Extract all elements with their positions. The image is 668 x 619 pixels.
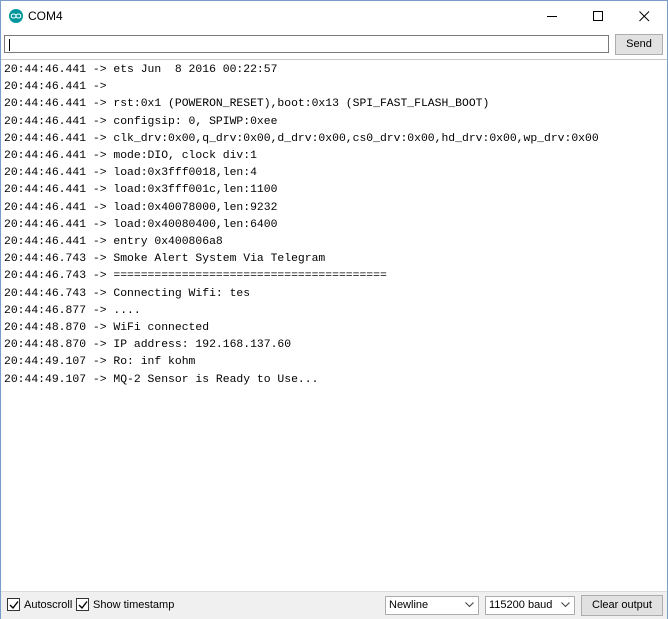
output-line: 20:44:46.441 -> ets Jun 8 2016 00:22:57 [4,64,278,76]
text-caret [9,39,10,51]
minimize-button[interactable] [529,1,575,31]
status-bar: Autoscroll Show timestamp Newline 115200… [1,591,667,619]
output-line: 20:44:46.441 -> load:0x40080400,len:6400 [4,218,278,231]
autoscroll-label[interactable]: Autoscroll [24,599,72,611]
title-bar[interactable]: COM4 [1,1,667,31]
output-line: 20:44:46.441 -> entry 0x400806a8 [4,236,223,248]
output-line: 20:44:46.441 -> clk_drv:0x00,q_drv:0x00,… [4,132,599,145]
output-line: 20:44:46.743 -> ========================… [4,270,387,283]
maximize-button[interactable] [575,1,621,31]
chevron-down-icon [561,602,570,608]
checkmark-icon [78,601,88,610]
send-button[interactable]: Send [615,34,663,55]
chevron-down-icon [465,602,474,608]
output-line: 20:44:46.441 -> load:0x3fff001c,len:1100 [4,184,278,197]
output-line: 20:44:46.743 -> Smoke Alert System Via T… [4,253,326,266]
baud-rate-value: 115200 baud [489,599,553,611]
output-line: 20:44:46.877 -> .... [4,304,141,317]
arduino-icon [9,9,23,23]
output-line: 20:44:46.441 -> [4,81,114,94]
window-title: COM4 [28,9,63,23]
send-row: Send [1,32,667,58]
line-ending-value: Newline [389,599,429,611]
show-timestamp-label[interactable]: Show timestamp [93,599,174,611]
serial-input[interactable] [4,35,609,53]
output-line: 20:44:48.870 -> WiFi connected [4,322,210,334]
autoscroll-checkbox[interactable] [7,598,20,611]
output-line: 20:44:46.441 -> load:0x40078000,len:9232 [4,201,278,214]
output-line: 20:44:46.441 -> load:0x3fff0018,len:4 [4,167,257,180]
serial-monitor-window: COM4 Send 20:44:46.441 -> ets Jun 8 2016… [0,0,668,619]
close-button[interactable] [621,1,667,31]
output-line: 20:44:48.870 -> IP address: 192.168.137.… [4,339,292,352]
output-line: 20:44:46.441 -> rst:0x1 (POWERON_RESET),… [4,98,490,111]
show-timestamp-checkbox[interactable] [76,598,89,611]
output-line: 20:44:49.107 -> MQ-2 Sensor is Ready to … [4,373,319,386]
maximize-icon [593,11,603,21]
serial-output[interactable]: 20:44:46.441 -> ets Jun 8 2016 00:22:57 2… [1,59,667,591]
minimize-icon [547,16,557,17]
clear-output-button[interactable]: Clear output [581,595,663,616]
checkmark-icon [9,601,19,610]
output-line: 20:44:49.107 -> Ro: inf kohm [4,356,196,369]
output-line: 20:44:46.743 -> Connecting Wifi: tes [4,287,251,300]
line-ending-select[interactable]: Newline [385,596,479,615]
output-line: 20:44:46.441 -> configsip: 0, SPIWP:0xee [4,115,278,128]
output-line: 20:44:46.441 -> mode:DIO, clock div:1 [4,150,257,162]
close-icon [639,11,650,22]
baud-rate-select[interactable]: 115200 baud [485,596,575,615]
